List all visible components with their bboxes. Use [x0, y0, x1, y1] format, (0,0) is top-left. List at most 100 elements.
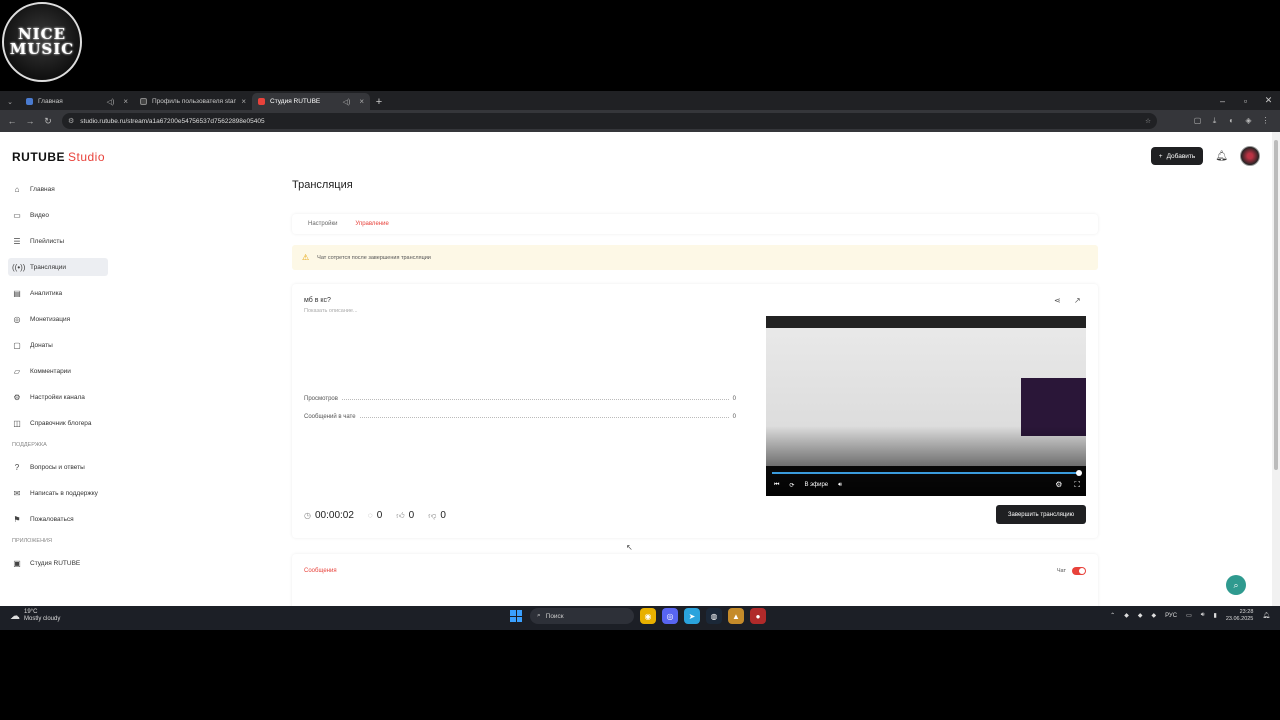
- sidebar-item-label: Настройки канала: [30, 393, 85, 401]
- minimize-icon[interactable]: –: [1211, 91, 1234, 110]
- download-icon[interactable]: ⤓: [1206, 116, 1223, 126]
- live-label[interactable]: В эфире: [804, 482, 828, 488]
- battery-icon[interactable]: ▮: [1214, 612, 1217, 619]
- tab-close-icon[interactable]: ×: [123, 97, 128, 106]
- chrome-icon[interactable]: ◉: [640, 608, 656, 624]
- rutube-studio-logo[interactable]: RUTUBE Studio: [12, 150, 105, 164]
- book-icon: ◫: [13, 418, 21, 428]
- progress-knob[interactable]: [1076, 470, 1082, 476]
- tab-search-button[interactable]: ⌄: [0, 93, 20, 110]
- end-stream-button[interactable]: Завершить трансляцию: [996, 505, 1086, 524]
- tray-app-icon[interactable]: ◆: [1124, 612, 1129, 619]
- telegram-icon[interactable]: ➤: [684, 608, 700, 624]
- tray-app-icon[interactable]: ◆: [1138, 612, 1143, 619]
- scrollbar-thumb[interactable]: [1274, 140, 1278, 470]
- windows-start-icon[interactable]: [508, 608, 524, 624]
- viewers-icon: ◌: [367, 511, 373, 520]
- sidebar-item-label: Вопросы и ответы: [30, 463, 85, 471]
- weather-widget[interactable]: ☁ 19°C Mostly cloudy: [10, 609, 60, 623]
- sidebar-item-faq[interactable]: ? Вопросы и ответы: [8, 458, 108, 476]
- player-progress[interactable]: [772, 470, 1082, 476]
- avatar[interactable]: [1240, 146, 1260, 166]
- tray-app-icon[interactable]: ◆: [1151, 612, 1156, 619]
- bell-icon[interactable]: 🔔︎: [1215, 151, 1228, 162]
- help-chat-icon[interactable]: ⌕: [1226, 575, 1246, 595]
- add-button[interactable]: + Добавить: [1150, 147, 1204, 165]
- chat-toggle-switch[interactable]: [1072, 567, 1086, 575]
- menu-icon[interactable]: ⋮: [1257, 116, 1274, 126]
- site-info-icon[interactable]: ⚙: [68, 117, 74, 125]
- home-icon: ⌂: [14, 184, 20, 194]
- sidebar-item-channel-settings[interactable]: ⚙ Настройки канала: [8, 388, 108, 406]
- extension-icon[interactable]: ◈: [1240, 116, 1257, 126]
- volume-icon[interactable]: 🔊︎: [838, 482, 842, 489]
- brand-name: RUTUBE: [12, 150, 65, 164]
- thumbs-up-icon: 👍︎: [396, 510, 405, 520]
- sidebar-item-blogger-guide[interactable]: ◫ Справочник блогера: [8, 414, 108, 432]
- tab-management[interactable]: Управление: [355, 221, 388, 227]
- tab-close-icon[interactable]: ×: [241, 97, 246, 106]
- show-description-link[interactable]: Показать описание...: [304, 308, 358, 314]
- sidebar-item-comments[interactable]: ▱ Комментарии: [8, 362, 108, 380]
- obs-icon[interactable]: ●: [750, 608, 766, 624]
- stream-panel: мб в кс? Показать описание... ⋖ ↗ Просмо…: [292, 284, 1098, 538]
- browser-toolbar: ← → ↻ ⚙ studio.rutube.ru/stream/a1a67200…: [0, 110, 1280, 132]
- address-bar[interactable]: ⚙ studio.rutube.ru/stream/a1a67200e54756…: [62, 113, 1157, 129]
- page-scrollbar[interactable]: [1272, 132, 1280, 606]
- sidebar-item-report[interactable]: ⚑ Пожаловаться: [8, 510, 108, 528]
- weather-temp: 19°C: [24, 609, 38, 615]
- sidebar-item-write-support[interactable]: ✉ Написать в поддержку: [8, 484, 108, 502]
- profile-icon[interactable]: ◐: [1223, 116, 1240, 126]
- new-tab-button[interactable]: +: [370, 93, 388, 110]
- sidebar-item-broadcasts[interactable]: ((•)) Трансляции: [8, 258, 108, 276]
- settings-icon[interactable]: ⚙: [1055, 480, 1062, 490]
- sidebar-item-video[interactable]: ▭ Видео: [8, 206, 108, 224]
- browser-tab-home[interactable]: Главная ◁) ×: [20, 93, 134, 110]
- sidebar-item-playlists[interactable]: ☰ Плейлисты: [8, 232, 108, 250]
- sidebar-item-home[interactable]: ⌂ Главная: [8, 180, 108, 198]
- close-window-icon[interactable]: ✕: [1257, 91, 1280, 110]
- forward-icon[interactable]: →: [24, 114, 36, 128]
- maximize-icon[interactable]: ▫: [1234, 91, 1257, 110]
- clock-date: 23.06.2025: [1225, 615, 1254, 622]
- duration-value: 00:00:02: [314, 510, 354, 521]
- browser-tab-profile[interactable]: Профиль пользователя stam... ×: [134, 93, 252, 110]
- sidebar-item-donations[interactable]: ▢ Донаты: [8, 336, 108, 354]
- taskbar-clock[interactable]: 23:28 23.06.2025: [1226, 609, 1254, 623]
- back-icon[interactable]: ←: [6, 114, 18, 128]
- share-icon[interactable]: ⋖: [1054, 296, 1061, 305]
- discord-icon[interactable]: ◎: [662, 608, 678, 624]
- skip-back-icon[interactable]: ⏮: [774, 482, 779, 489]
- browser-tab-studio[interactable]: Студия RUTUBE ◁) ×: [252, 93, 370, 110]
- extensions-icon[interactable]: ▢: [1189, 116, 1206, 126]
- search-label: Поиск: [545, 612, 564, 620]
- mail-icon: ✉: [13, 488, 21, 498]
- volume-icon[interactable]: 🔊︎: [1201, 612, 1205, 619]
- tab-messages[interactable]: Сообщения: [304, 568, 337, 574]
- notification-bell-icon[interactable]: 🔔︎: [1262, 612, 1270, 619]
- taskbar-search[interactable]: ⌕ Поиск: [530, 608, 634, 624]
- language-indicator[interactable]: РУС: [1165, 613, 1177, 619]
- speaker-icon[interactable]: ◁): [343, 98, 351, 106]
- favicon-icon: [258, 98, 265, 105]
- fullscreen-icon[interactable]: ⛶: [1074, 480, 1080, 490]
- open-external-icon[interactable]: ↗: [1074, 296, 1081, 305]
- loop-icon[interactable]: ⟳: [789, 482, 794, 489]
- gear-icon: ⚙: [13, 392, 21, 402]
- tab-close-icon[interactable]: ×: [359, 97, 364, 106]
- stream-preview-player[interactable]: ⏮ ⟳ В эфире 🔊︎ ⚙ ⛶: [766, 316, 1086, 496]
- bookmark-star-icon[interactable]: ☆: [1145, 117, 1151, 125]
- tab-settings[interactable]: Настройки: [308, 221, 337, 227]
- browser-tab-strip: ⌄ Главная ◁) × Профиль пользователя stam…: [0, 91, 1280, 110]
- speaker-icon[interactable]: ◁): [107, 98, 115, 106]
- app-icon[interactable]: ▲: [728, 608, 744, 624]
- steam-icon[interactable]: ◍: [706, 608, 722, 624]
- sidebar-item-analytics[interactable]: ▤ Аналитика: [8, 284, 108, 302]
- tray-chevron-icon[interactable]: ⌃: [1110, 612, 1115, 619]
- network-icon[interactable]: ▭: [1186, 612, 1192, 619]
- reload-icon[interactable]: ↻: [42, 114, 54, 128]
- messages-panel: Сообщения Чат: [292, 554, 1098, 606]
- sidebar-item-studio-app[interactable]: ▣ Студия RUTUBE: [8, 554, 108, 572]
- tab-title: Профиль пользователя stam...: [152, 98, 237, 105]
- sidebar-item-monetization[interactable]: ◎ Монетизация: [8, 310, 108, 328]
